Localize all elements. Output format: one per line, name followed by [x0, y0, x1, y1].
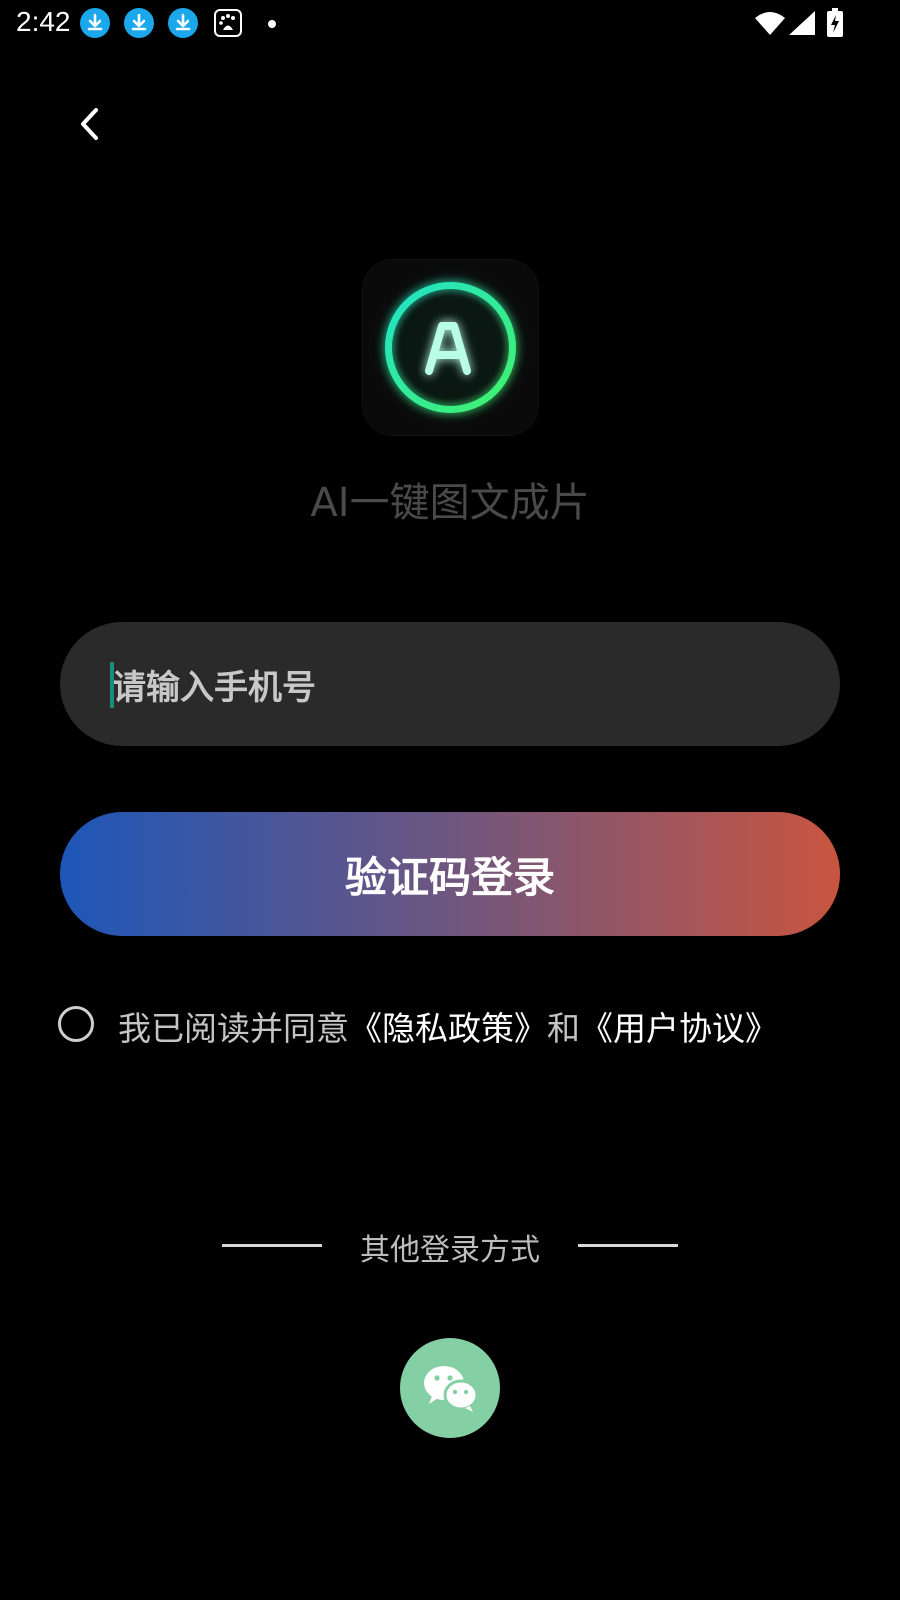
agreement-prefix: 我已阅读并同意	[118, 1009, 349, 1048]
divider-right	[578, 1244, 678, 1247]
other-login-label: 其他登录方式	[360, 1233, 540, 1268]
user-agreement-link[interactable]: 《用户协议》	[580, 1009, 778, 1048]
app-name: AI一键图文成片	[310, 480, 590, 526]
status-time: 2:42	[16, 6, 71, 37]
agreement-text: 我已阅读并同意《隐私政策》和《用户协议》	[118, 1002, 778, 1050]
verification-code-login-button[interactable]: 验证码登录	[60, 812, 840, 936]
privacy-policy-link[interactable]: 《隐私政策》	[349, 1009, 547, 1048]
back-button[interactable]	[66, 100, 114, 148]
phone-input[interactable]	[110, 622, 794, 748]
wifi-icon	[754, 10, 786, 40]
status-bar: 2:42	[0, 0, 900, 48]
download-icon	[80, 8, 110, 38]
download-icon	[124, 8, 154, 38]
agreement-checkbox[interactable]	[58, 1006, 94, 1042]
dot-icon	[268, 20, 276, 28]
signal-icon	[788, 10, 816, 40]
chevron-left-icon	[81, 108, 98, 140]
text-cursor	[110, 662, 114, 708]
baidu-icon	[214, 9, 242, 37]
battery-charging-icon	[826, 8, 844, 42]
download-icon	[168, 8, 198, 38]
agreement-conjunction: 和	[547, 1009, 580, 1048]
wechat-icon	[424, 1366, 479, 1412]
app-logo	[363, 260, 538, 435]
wechat-login-button[interactable]	[400, 1338, 500, 1438]
phone-field[interactable]: 请输入手机号	[60, 622, 840, 748]
